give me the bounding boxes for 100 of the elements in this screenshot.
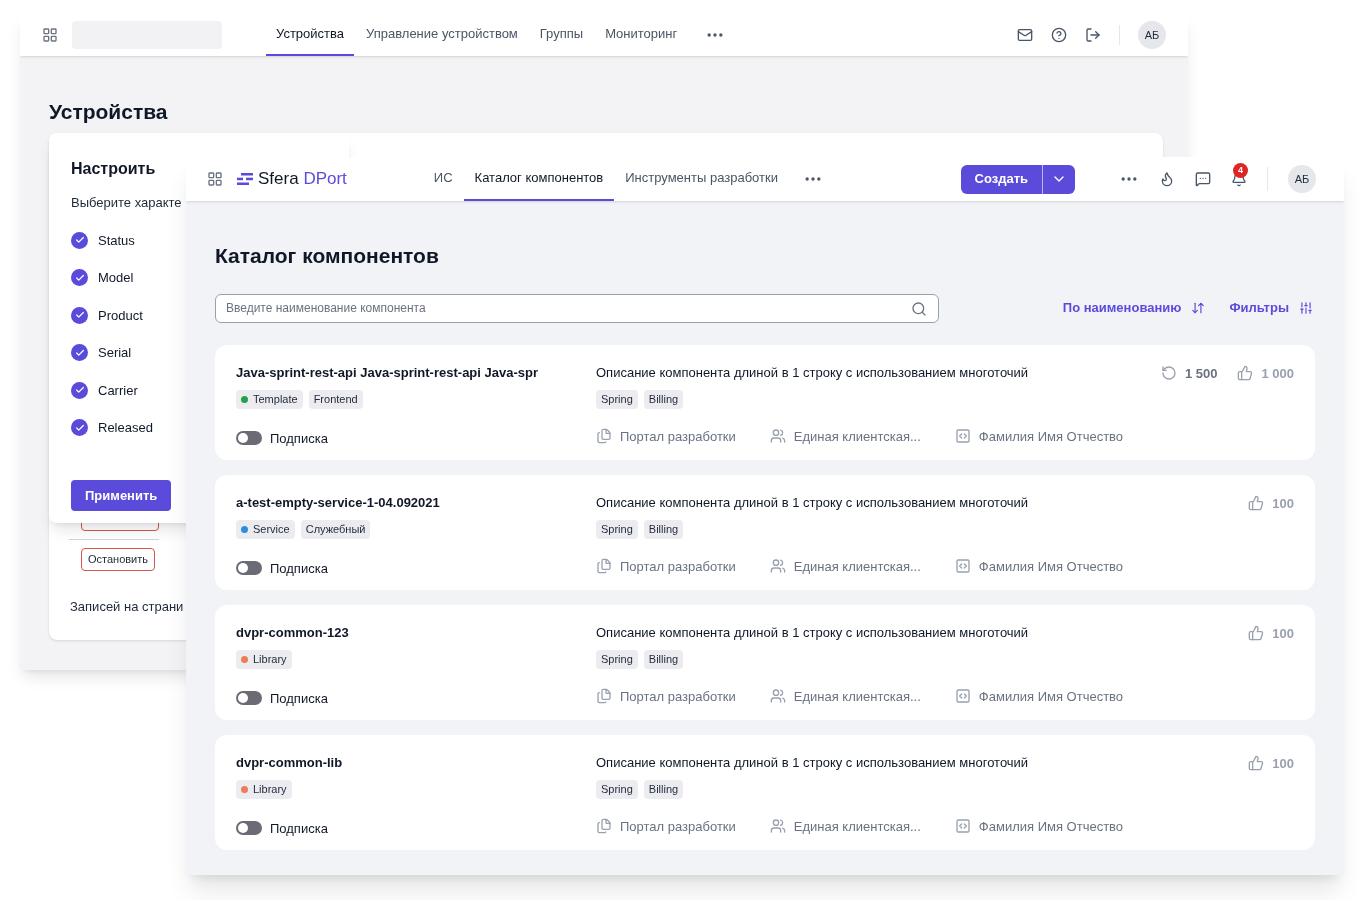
component-description: Описание компонента длиной в 1 строку с использованием многоточий xyxy=(596,623,1029,642)
subscription-label: Подписка xyxy=(270,429,328,448)
check-icon xyxy=(74,310,85,321)
thumbs-up-icon[interactable] xyxy=(1248,495,1265,512)
meta-link[interactable]: Фамилия Имя Отчество xyxy=(978,426,1124,446)
option-label: Product xyxy=(98,306,143,325)
user-avatar[interactable]: АБ xyxy=(1288,165,1316,193)
type-tag: Service xyxy=(236,520,295,539)
option-checkbox[interactable] xyxy=(71,419,88,437)
subscription-toggle[interactable] xyxy=(236,821,262,836)
subscription-toggle[interactable] xyxy=(236,561,262,576)
component-description: Описание компонента длиной в 1 строку с использованием многоточий xyxy=(596,363,1029,382)
option-label: Released xyxy=(98,419,153,437)
stop-button[interactable]: Остановить xyxy=(81,548,156,571)
user-avatar[interactable]: АБ xyxy=(1138,21,1166,49)
meta-link[interactable]: Единая клиентская... xyxy=(793,426,921,446)
option-checkbox[interactable] xyxy=(71,381,88,399)
sort-button[interactable]: По наименованию xyxy=(1062,298,1206,318)
meta-link[interactable]: Фамилия Имя Отчество xyxy=(978,686,1124,706)
subscription-toggle[interactable] xyxy=(236,431,262,446)
subscription-label: Подписка xyxy=(270,689,328,708)
nav-tab[interactable]: Инструменты разработки xyxy=(614,157,789,201)
nav-tab[interactable]: ИС xyxy=(422,157,464,201)
documents-icon xyxy=(596,818,612,835)
type-tag: Frontend xyxy=(308,390,363,409)
logo[interactable]: Sfera DPort xyxy=(237,166,347,192)
meta-link[interactable]: Фамилия Имя Отчество xyxy=(978,816,1124,836)
subscription-label: Подписка xyxy=(270,559,328,578)
records-per-page-label: Записей на страни xyxy=(70,597,184,616)
flame-icon[interactable] xyxy=(1159,171,1175,187)
logo-icon xyxy=(237,173,253,185)
tech-tag: Billing xyxy=(643,520,684,539)
meta-link[interactable]: Фамилия Имя Отчество xyxy=(978,556,1124,576)
users-icon xyxy=(769,688,786,705)
component-description: Описание компонента длиной в 1 строку с использованием многоточий xyxy=(596,493,1029,512)
meta-link[interactable]: Единая клиентская... xyxy=(793,686,921,706)
tech-tag: Spring xyxy=(596,650,638,669)
meta-link[interactable]: Единая клиентская... xyxy=(793,816,921,836)
option-checkbox[interactable] xyxy=(71,306,88,324)
sort-icon xyxy=(1191,301,1206,315)
nav-tab[interactable]: Управление устройством xyxy=(356,14,528,56)
nav-tab[interactable]: Каталог компонентов xyxy=(463,157,615,201)
subscription-toggle[interactable] xyxy=(236,691,262,706)
check-icon xyxy=(74,385,85,396)
page-title: Каталог компонентов xyxy=(215,243,439,269)
thumbs-up-icon[interactable] xyxy=(1248,755,1265,772)
refresh-icon xyxy=(1160,365,1177,382)
apps-grid-icon[interactable] xyxy=(42,27,58,43)
create-button[interactable]: Создать xyxy=(960,164,1043,194)
thumbs-up-icon[interactable] xyxy=(1237,365,1254,382)
stat-count: 100 xyxy=(1272,494,1294,513)
meta-link[interactable]: Портал разработки xyxy=(620,556,736,576)
chat-icon[interactable] xyxy=(1195,171,1211,187)
documents-icon xyxy=(596,428,612,445)
option-checkbox[interactable] xyxy=(71,344,88,362)
logout-icon[interactable] xyxy=(1085,27,1101,43)
tech-tag: Billing xyxy=(643,650,684,669)
component-card[interactable]: dvpr-common-lib Library Подписка Описание компонента длиной в 1 строку с использованием многоточий Spring Billing Портал разработки Единая клиентская... Фамилия Имя Отчество 100 xyxy=(215,734,1315,850)
popover-title: Настроить xyxy=(71,159,156,179)
check-icon xyxy=(74,347,85,358)
check-icon xyxy=(74,235,85,246)
apps-grid-icon[interactable] xyxy=(207,171,223,187)
filters-button[interactable]: Фильтры xyxy=(1229,298,1313,318)
tech-tag: Billing xyxy=(643,390,684,409)
nav-tab[interactable]: Мониторинг xyxy=(595,14,688,56)
stat-count: 1 000 xyxy=(1261,364,1294,383)
option-checkbox[interactable] xyxy=(71,269,88,287)
component-card[interactable] xyxy=(215,344,1315,460)
apply-button[interactable]: Применить xyxy=(71,479,172,511)
tech-tag: Spring xyxy=(596,520,638,539)
check-icon xyxy=(74,422,85,433)
component-name[interactable]: a-test-empty-service-1-04.092021 xyxy=(236,492,440,512)
code-icon xyxy=(954,558,971,575)
mail-icon[interactable] xyxy=(1017,27,1033,43)
option-label: Model xyxy=(98,269,134,287)
search-icon[interactable] xyxy=(911,300,927,317)
help-icon[interactable] xyxy=(1051,27,1067,43)
component-card[interactable] xyxy=(215,474,1315,590)
check-icon xyxy=(74,272,85,283)
component-name[interactable]: dvpr-common-lib xyxy=(236,752,343,772)
meta-link[interactable]: Портал разработки xyxy=(620,816,736,836)
option-label: Status xyxy=(98,231,135,250)
type-tag: Template xyxy=(236,390,303,409)
component-name[interactable]: Java-sprint-rest-api Java-sprint-rest-api Java-spr xyxy=(236,362,538,382)
component-card[interactable]: dvpr-common-123 Library Подписка Описание компонента длиной в 1 строку с использованием многоточий Spring Billing Портал разработки Единая клиентская... Фамилия Имя Отчество 100 xyxy=(215,604,1315,720)
nav-tab[interactable]: Группы xyxy=(529,14,594,56)
code-icon xyxy=(954,688,971,705)
code-icon xyxy=(954,428,971,445)
nav-tab[interactable]: Устройства xyxy=(266,14,354,56)
option-checkbox[interactable] xyxy=(71,231,88,249)
tech-tag: Spring xyxy=(596,780,638,799)
meta-link[interactable]: Портал разработки xyxy=(620,426,736,446)
meta-link[interactable]: Единая клиентская... xyxy=(793,556,921,576)
subscription-label: Подписка xyxy=(270,819,328,838)
notification-badge: 4 xyxy=(1233,163,1248,178)
search-field[interactable]: Введите наименование компонента xyxy=(215,293,939,323)
component-name[interactable]: dvpr-common-123 xyxy=(236,622,349,642)
documents-icon xyxy=(596,558,612,575)
meta-link[interactable]: Портал разработки xyxy=(620,686,736,706)
thumbs-up-icon[interactable] xyxy=(1248,625,1265,642)
